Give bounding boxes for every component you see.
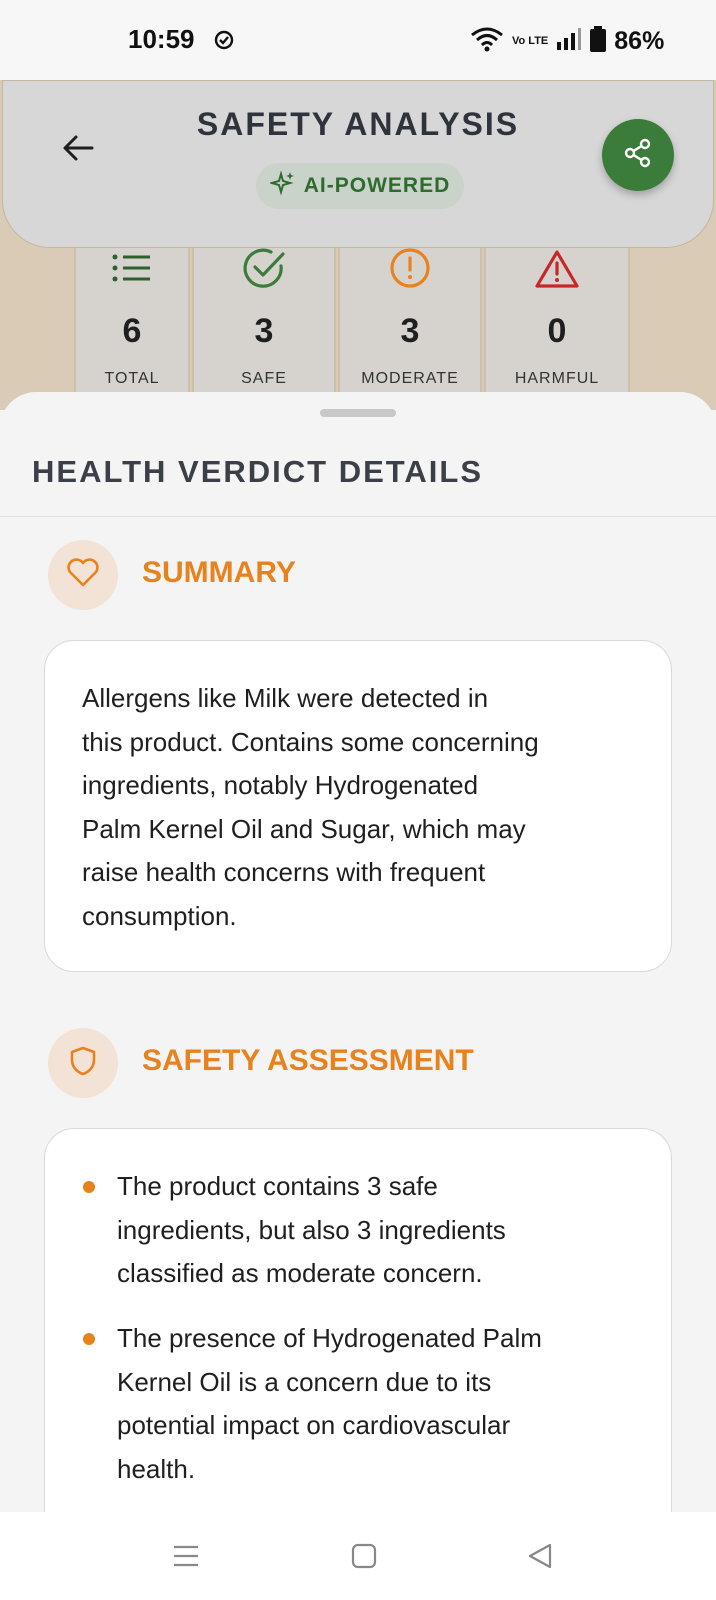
stat-total-value: 6: [122, 312, 142, 350]
bullet-line: Kernel Oil is a concern due to its: [117, 1366, 492, 1397]
divider: [0, 516, 716, 517]
summary-card: Allergens like Milk were detected in thi…: [44, 640, 672, 972]
wifi-icon: [470, 26, 504, 57]
bullet-line: health.: [117, 1453, 196, 1484]
warning-triangle-icon: [533, 248, 581, 295]
bullet-line: classified as moderate concern.: [117, 1258, 483, 1288]
summary-line: this product. Contains some concerning: [82, 726, 539, 757]
share-icon: [623, 138, 653, 173]
safety-assessment-heading: SAFETY ASSESSMENT: [142, 1044, 474, 1077]
alert-circle-icon: [388, 248, 432, 295]
stat-safe-label: SAFE: [241, 370, 287, 387]
safety-icon-badge: [48, 1028, 118, 1098]
system-nav-bar: [0, 1512, 716, 1600]
summary-line: Palm Kernel Oil and Sugar, which may: [82, 813, 526, 844]
bullet-text: The presence of Hydrogenated Palm Kernel…: [117, 1317, 637, 1491]
ai-powered-label: AI-POWERED: [303, 174, 451, 197]
shield-icon: [69, 1045, 97, 1082]
summary-line: raise health concerns with frequent: [82, 857, 486, 887]
summary-line: ingredients, notably Hydrogenated: [82, 770, 479, 800]
sheet-title: HEALTH VERDICT DETAILS: [32, 454, 484, 489]
summary-line: consumption.: [82, 900, 237, 931]
stat-total-label: TOTAL: [104, 370, 160, 387]
sparkle-icon: [268, 170, 296, 202]
menu-icon[interactable]: [172, 1542, 200, 1575]
signal-icon: [556, 28, 582, 55]
stat-total: 6 TOTAL: [74, 248, 190, 393]
ai-powered-badge: AI-POWERED: [256, 163, 464, 209]
status-bar: 10:59 Vo LTE 86%: [0, 0, 716, 80]
check-circle-icon: [241, 248, 287, 295]
back-nav-icon[interactable]: [526, 1542, 554, 1575]
safety-assessment-card: The product contains 3 safe ingredients,…: [44, 1128, 672, 1548]
stat-moderate-value: 3: [400, 312, 420, 350]
summary-heading: SUMMARY: [142, 556, 296, 589]
volte-indicator: Vo LTE: [512, 35, 549, 47]
sync-check-icon: [214, 30, 234, 55]
stats-row: 6 TOTAL 3 SAFE 3 MODERATE 0 HARMFUL: [42, 248, 674, 393]
summary-icon-badge: [48, 540, 118, 610]
stat-moderate: 3 MODERATE: [338, 248, 482, 393]
stat-harmful: 0 HARMFUL: [484, 248, 630, 393]
bullet-line: The product contains 3 safe: [117, 1171, 438, 1201]
bullet-line: potential impact on cardiovascular: [117, 1410, 511, 1440]
drag-handle[interactable]: [320, 409, 396, 417]
summary-text: Allergens like Milk were detected in thi…: [82, 677, 622, 938]
status-time: 10:59: [128, 24, 195, 54]
stat-safe-value: 3: [254, 312, 274, 350]
list-icon: [110, 248, 154, 293]
heart-icon: [66, 557, 100, 593]
summary-line: Allergens like Milk were detected in: [82, 683, 489, 713]
bullet-line: The presence of Hydrogenated Palm: [117, 1323, 542, 1353]
status-icons: Vo LTE 86%: [470, 26, 664, 57]
health-verdict-sheet: HEALTH VERDICT DETAILS SUMMARY Allergens…: [0, 392, 716, 1548]
stat-moderate-label: MODERATE: [361, 370, 459, 387]
home-icon[interactable]: [350, 1542, 378, 1575]
bullet-line: ingredients, but also 3 ingredients: [117, 1214, 506, 1245]
bullet-dot: [83, 1333, 95, 1345]
stat-harmful-label: HARMFUL: [514, 370, 600, 387]
bullet-dot: [83, 1181, 95, 1193]
share-button[interactable]: [602, 119, 674, 191]
battery-percent: 86%: [614, 27, 665, 55]
bullet-text: The product contains 3 safe ingredients,…: [117, 1165, 637, 1296]
stat-safe: 3 SAFE: [192, 248, 336, 393]
arrow-left-icon: [60, 135, 96, 170]
stat-harmful-value: 0: [547, 312, 567, 350]
battery-icon: [590, 26, 607, 57]
